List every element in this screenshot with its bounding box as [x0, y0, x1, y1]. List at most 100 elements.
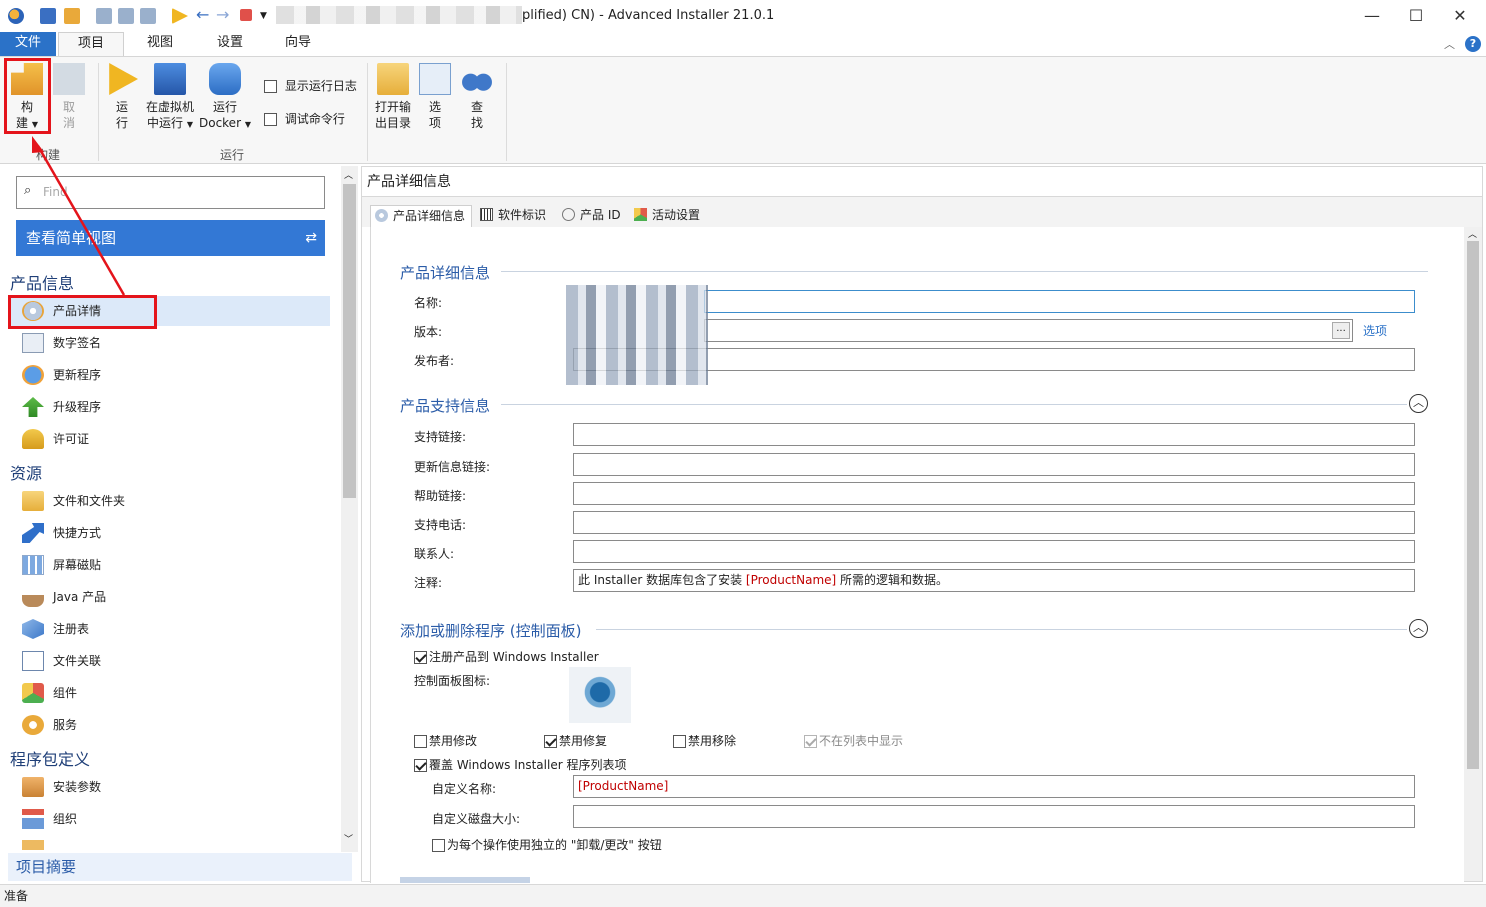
collapse-ribbon-icon[interactable]: ︿ [1444, 36, 1455, 52]
disable-remove-check[interactable] [673, 735, 686, 748]
hide-in-list-checkbox: 不在列表中显示 [804, 732, 903, 749]
notification-icon[interactable] [240, 9, 252, 21]
right-scrollbar[interactable]: ︿ [1464, 227, 1482, 881]
register-product-checkbox[interactable]: 注册产品到 Windows Installer [414, 648, 599, 665]
project-summary-button[interactable]: 项目摘要 [8, 853, 352, 881]
components-icon [22, 683, 44, 703]
collapse-support-icon[interactable]: ︿ [1409, 394, 1428, 413]
subtab-software-id[interactable]: 软件标识 [476, 205, 552, 227]
open-output-label-1: 打开输 [372, 99, 414, 115]
show-log-check[interactable] [264, 80, 277, 93]
update-info-link-field[interactable] [573, 453, 1415, 476]
scroll-down-icon[interactable]: ﹀ [344, 832, 353, 845]
comment-prefix: 此 Installer 数据库包含了安装 [578, 573, 746, 587]
nav-java[interactable]: Java 产品 [10, 582, 330, 612]
disable-modify-checkbox[interactable]: 禁用修改 [414, 732, 477, 749]
folder-icon [377, 63, 409, 95]
register-check[interactable] [414, 651, 427, 664]
support-phone-field[interactable] [573, 511, 1415, 534]
nav-services[interactable]: 服务 [10, 710, 330, 740]
right-scroll-thumb[interactable] [1467, 241, 1479, 769]
tab-settings[interactable]: 设置 [198, 32, 262, 56]
contact-field[interactable] [573, 540, 1415, 563]
collapse-arp-icon[interactable]: ︿ [1409, 619, 1428, 638]
version-field[interactable] [704, 319, 1353, 342]
nav-organization[interactable]: 组织 [10, 804, 330, 834]
name-field[interactable] [704, 290, 1415, 313]
window-title: plified) CN) - Advanced Installer 21.0.1 [522, 8, 774, 23]
debug-cmd-check[interactable] [264, 113, 277, 126]
scroll-up-icon[interactable]: ︿ [1468, 227, 1477, 240]
custom-name-field[interactable]: [ProductName] [573, 775, 1415, 798]
nav-digital-signature[interactable]: 数字签名 [10, 328, 330, 358]
nav-upgrades[interactable]: 升级程序 [10, 392, 330, 422]
support-link-label: 支持链接: [414, 428, 466, 445]
disable-remove-checkbox[interactable]: 禁用移除 [673, 732, 736, 749]
nav-shortcuts[interactable]: 快捷方式 [10, 518, 330, 548]
disable-repair-label: 禁用修复 [559, 734, 607, 748]
options-label-2: 项 [418, 115, 452, 131]
scroll-up-icon[interactable]: ︿ [344, 168, 353, 181]
nav-licensing[interactable]: 许可证 [10, 424, 330, 454]
main-content-pane: 产品详细信息 产品详细信息 软件标识 产品 ID 活动设置 产品详细信息 名称:… [361, 166, 1483, 882]
help-icon[interactable]: ? [1465, 36, 1481, 52]
left-scroll-thumb[interactable] [343, 184, 356, 498]
disable-repair-check[interactable] [544, 735, 557, 748]
override-arp-checkbox[interactable]: 覆盖 Windows Installer 程序列表项 [414, 756, 626, 773]
forward-icon[interactable]: → [216, 8, 232, 24]
redacted-values [566, 285, 708, 385]
ribbon: 构 建 ▼ 取 消 运 行 在虚拟机 中运行 ▼ 运行 Docker ▼ 显示运… [0, 56, 1486, 164]
nav-install-parameters[interactable]: 安装参数 [10, 772, 330, 802]
show-log-checkbox[interactable]: 显示运行日志 [264, 77, 357, 94]
close-button[interactable]: ✕ [1440, 4, 1480, 28]
nav-tiles[interactable]: 屏幕磁贴 [10, 550, 330, 580]
custom-name-label: 自定义名称: [432, 780, 496, 797]
open-output-button[interactable]: 打开输 出目录 [372, 63, 414, 131]
options-button[interactable]: 选 项 [418, 63, 452, 131]
help-link-field[interactable] [573, 482, 1415, 505]
disable-repair-checkbox[interactable]: 禁用修复 [544, 732, 607, 749]
custom-size-field[interactable] [573, 805, 1415, 828]
comment-suffix: 所需的逻辑和数据。 [836, 573, 948, 587]
left-scrollbar[interactable]: ︿ ﹀ [341, 166, 358, 852]
support-link-field[interactable] [573, 423, 1415, 446]
nav-components[interactable]: 组件 [10, 678, 330, 708]
override-check[interactable] [414, 759, 427, 772]
tab-wizard[interactable]: 向导 [266, 32, 330, 56]
group-run-label: 运行 [220, 146, 244, 163]
separate-buttons-check[interactable] [432, 839, 445, 852]
disable-modify-label: 禁用修改 [429, 734, 477, 748]
debug-cmd-checkbox[interactable]: 调试命令行 [264, 110, 345, 127]
debug-cmd-label: 调试命令行 [285, 112, 345, 126]
find-button[interactable]: 查 找 [460, 63, 494, 131]
nav-file-associations[interactable]: 文件关联 [10, 646, 330, 676]
subtab-activation[interactable]: 活动设置 [630, 205, 706, 227]
nav-files-folders[interactable]: 文件和文件夹 [10, 486, 330, 516]
run-docker-button[interactable]: 运行 Docker ▼ [198, 63, 252, 133]
nav-label: 文件关联 [53, 654, 101, 668]
nav-label: 快捷方式 [53, 526, 101, 540]
disable-modify-check[interactable] [414, 735, 427, 748]
find-label-1: 查 [460, 99, 494, 115]
version-options-link[interactable]: 选项 [1363, 322, 1387, 339]
version-browse-button[interactable]: ... [1332, 322, 1350, 339]
quick-access-dropdown-icon[interactable]: ▼ [260, 8, 276, 24]
section-package-definition: 程序包定义 [10, 746, 90, 770]
nav-label: 屏幕磁贴 [53, 558, 101, 572]
nav-label: 组织 [53, 812, 77, 826]
control-panel-icon-preview[interactable] [569, 667, 631, 723]
version-label: 版本: [414, 323, 442, 340]
ribbon-separator [506, 63, 507, 161]
ribbon-separator [367, 63, 368, 161]
separate-buttons-checkbox[interactable]: 为每个操作使用独立的 "卸载/更改" 按钮 [432, 836, 662, 853]
shortcut-arrow-icon [22, 523, 44, 543]
nav-updater[interactable]: 更新程序 [10, 360, 330, 390]
comments-field[interactable]: 此 Installer 数据库包含了安装 [ProductName] 所需的逻辑… [573, 569, 1415, 592]
maximize-button[interactable]: ☐ [1396, 4, 1436, 28]
tiles-icon [22, 555, 44, 575]
nav-registry[interactable]: 注册表 [10, 614, 330, 644]
section-divider [596, 629, 1407, 630]
minimize-button[interactable]: — [1352, 4, 1392, 28]
subtab-product-id[interactable]: 产品 ID [558, 205, 627, 227]
subtab-product-details[interactable]: 产品详细信息 [370, 205, 472, 227]
